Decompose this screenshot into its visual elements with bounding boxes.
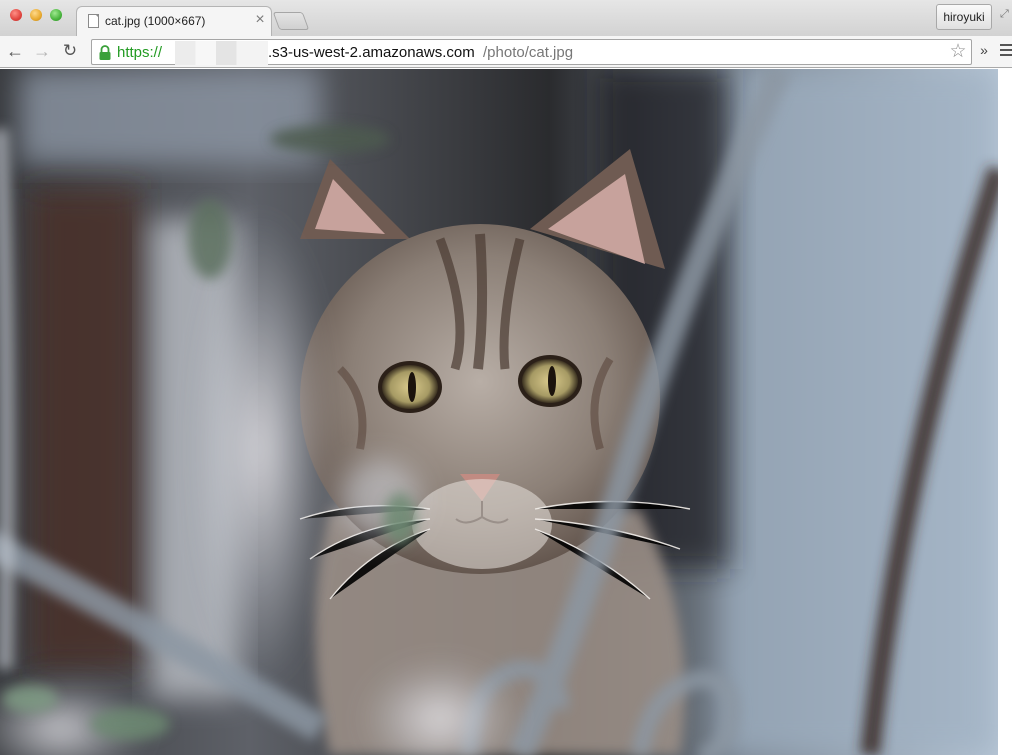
tab-strip: cat.jpg (1000×667) × hiroyuki ⤢ xyxy=(0,0,1012,36)
forward-button[interactable]: → xyxy=(31,40,53,62)
url-scheme: https:// xyxy=(117,44,163,61)
back-button[interactable]: ← xyxy=(4,40,26,62)
new-tab-button[interactable] xyxy=(272,12,310,30)
close-window-button[interactable] xyxy=(10,9,22,21)
redacted-bucket-name xyxy=(175,41,268,65)
extensions-overflow-button[interactable]: » xyxy=(977,42,991,60)
url-path: /photo/cat.jpg xyxy=(483,44,574,61)
tab-cat-jpg[interactable]: cat.jpg (1000×667) × xyxy=(76,6,272,36)
scrollbar-gutter xyxy=(998,69,1012,755)
close-tab-icon[interactable]: × xyxy=(253,12,267,28)
reload-button[interactable]: ↻ xyxy=(59,40,81,62)
zoom-window-button[interactable] xyxy=(50,9,62,21)
menu-icon[interactable] xyxy=(1000,44,1012,58)
lock-icon xyxy=(99,45,111,60)
browser-window: cat.jpg (1000×667) × hiroyuki ⤢ ← → ↻ ht… xyxy=(0,0,1012,755)
url-host: .s3-us-west-2.amazonaws.com xyxy=(268,44,475,61)
tab-title: cat.jpg (1000×667) xyxy=(105,14,206,28)
profile-button[interactable]: hiroyuki xyxy=(936,4,992,30)
document-icon xyxy=(88,14,99,28)
cat-photo xyxy=(0,69,998,755)
address-bar[interactable]: https:// .s3-us-west-2.amazonaws.com /ph… xyxy=(91,39,972,65)
minimize-window-button[interactable] xyxy=(30,9,42,21)
toolbar: ← → ↻ https:// .s3-us-west-2.amazonaws.c… xyxy=(0,36,1012,68)
bookmark-star-icon[interactable]: ☆ xyxy=(947,41,969,63)
fullscreen-icon[interactable]: ⤢ xyxy=(1000,8,1012,22)
image-viewport xyxy=(0,69,998,755)
